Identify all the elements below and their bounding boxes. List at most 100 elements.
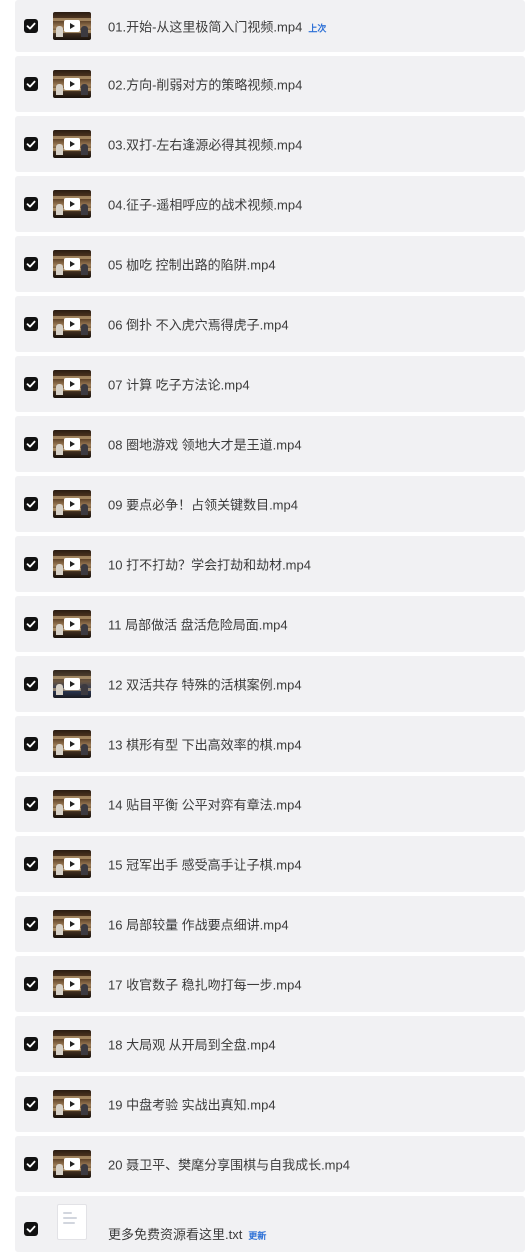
- file-row[interactable]: 04.征子-遥相呼应的战术视频.mp4: [15, 176, 525, 232]
- play-icon: [64, 198, 80, 210]
- file-row[interactable]: 08 圈地游戏 领地大才是王道.mp4: [15, 416, 525, 472]
- checkbox-checked[interactable]: [24, 557, 38, 571]
- file-name-label: 02.方向-削弱对方的策略视频.mp4: [108, 77, 303, 93]
- file-name[interactable]: 01.开始-从这里极简入门视频.mp4 上次: [108, 17, 326, 36]
- file-name-label: 05 枷吃 控制出路的陷阱.mp4: [108, 257, 276, 273]
- file-name[interactable]: 04.征子-遥相呼应的战术视频.mp4: [108, 195, 302, 214]
- checkbox-checked[interactable]: [24, 257, 38, 271]
- video-thumbnail[interactable]: [53, 910, 91, 938]
- file-name[interactable]: 10 打不打劫？学会打劫和劫材.mp4: [108, 555, 311, 574]
- file-name[interactable]: 12 双活共存 特殊的活棋案例.mp4: [108, 675, 302, 694]
- checkbox-checked[interactable]: [24, 19, 38, 33]
- file-name[interactable]: 18 大局观 从开局到全盘.mp4: [108, 1035, 276, 1054]
- checkbox-checked[interactable]: [24, 1037, 38, 1051]
- file-row[interactable]: 15 冠军出手 感受高手让子棋.mp4: [15, 836, 525, 892]
- video-thumbnail[interactable]: [53, 670, 91, 698]
- file-name[interactable]: 14 贴目平衡 公平对弈有章法.mp4: [108, 795, 302, 814]
- video-thumbnail[interactable]: [53, 250, 91, 278]
- video-thumbnail[interactable]: [53, 370, 91, 398]
- file-row[interactable]: 12 双活共存 特殊的活棋案例.mp4: [15, 656, 525, 712]
- file-row[interactable]: 10 打不打劫？学会打劫和劫材.mp4: [15, 536, 525, 592]
- checkbox-checked[interactable]: [24, 857, 38, 871]
- file-row[interactable]: 20 聂卫平、樊麾分享围棋与自我成长.mp4: [15, 1136, 525, 1192]
- checkbox-checked[interactable]: [24, 497, 38, 511]
- checkbox-checked[interactable]: [24, 1222, 38, 1236]
- video-thumbnail[interactable]: [53, 850, 91, 878]
- file-name[interactable]: 06 倒扑 不入虎穴焉得虎子.mp4: [108, 315, 289, 334]
- file-row[interactable]: 19 中盘考验 实战出真知.mp4: [15, 1076, 525, 1132]
- video-thumbnail[interactable]: [53, 1090, 91, 1118]
- file-row[interactable]: 16 局部较量 作战要点细讲.mp4: [15, 896, 525, 952]
- video-thumbnail[interactable]: [53, 490, 91, 518]
- checkbox-checked[interactable]: [24, 197, 38, 211]
- checkbox-checked[interactable]: [24, 137, 38, 151]
- video-thumbnail[interactable]: [53, 970, 91, 998]
- file-name-label: 13 棋形有型 下出高效率的棋.mp4: [108, 737, 302, 753]
- checkbox-checked[interactable]: [24, 977, 38, 991]
- play-icon: [64, 1098, 80, 1110]
- file-row[interactable]: 05 枷吃 控制出路的陷阱.mp4: [15, 236, 525, 292]
- file-name[interactable]: 13 棋形有型 下出高效率的棋.mp4: [108, 735, 302, 754]
- file-row[interactable]: 02.方向-削弱对方的策略视频.mp4: [15, 56, 525, 112]
- file-row[interactable]: 11 局部做活 盘活危险局面.mp4: [15, 596, 525, 652]
- file-name[interactable]: 03.双打-左右逢源必得其视频.mp4: [108, 135, 302, 154]
- checkbox-checked[interactable]: [24, 737, 38, 751]
- file-row[interactable]: 18 大局观 从开局到全盘.mp4: [15, 1016, 525, 1072]
- file-name-label: 03.双打-左右逢源必得其视频.mp4: [108, 137, 303, 153]
- video-thumbnail[interactable]: [53, 430, 91, 458]
- video-thumbnail[interactable]: [53, 12, 91, 40]
- check-icon: [26, 1100, 36, 1108]
- file-name[interactable]: 17 收官数子 稳扎吻打每一步.mp4: [108, 975, 302, 994]
- check-icon: [26, 920, 36, 928]
- file-row[interactable]: 更多免费资源看这里.txt 更新: [15, 1196, 525, 1252]
- check-icon: [26, 740, 36, 748]
- file-name-label: 09 要点必争！占领关键数目.mp4: [108, 497, 298, 513]
- file-row[interactable]: 01.开始-从这里极简入门视频.mp4 上次: [15, 0, 525, 52]
- checkbox-checked[interactable]: [24, 377, 38, 391]
- file-name[interactable]: 更多免费资源看这里.txt 更新: [108, 1224, 266, 1243]
- play-icon: [64, 498, 80, 510]
- video-thumbnail[interactable]: [53, 550, 91, 578]
- play-icon: [64, 618, 80, 630]
- file-list: 01.开始-从这里极简入门视频.mp4 上次 02.方向-削弱对方的策略视频.mp4…: [15, 0, 525, 1256]
- video-thumbnail[interactable]: [53, 1030, 91, 1058]
- file-name[interactable]: 11 局部做活 盘活危险局面.mp4: [108, 615, 288, 634]
- file-row[interactable]: 06 倒扑 不入虎穴焉得虎子.mp4: [15, 296, 525, 352]
- checkbox-checked[interactable]: [24, 437, 38, 451]
- video-thumbnail[interactable]: [53, 730, 91, 758]
- file-name[interactable]: 07 计算 吃子方法论.mp4: [108, 375, 250, 394]
- file-row[interactable]: 03.双打-左右逢源必得其视频.mp4: [15, 116, 525, 172]
- video-thumbnail[interactable]: [53, 70, 91, 98]
- video-thumbnail[interactable]: [53, 790, 91, 818]
- file-name[interactable]: 15 冠军出手 感受高手让子棋.mp4: [108, 855, 302, 874]
- file-row[interactable]: 13 棋形有型 下出高效率的棋.mp4: [15, 716, 525, 772]
- video-thumbnail[interactable]: [53, 190, 91, 218]
- file-name[interactable]: 19 中盘考验 实战出真知.mp4: [108, 1095, 276, 1114]
- play-icon: [64, 1158, 80, 1170]
- checkbox-checked[interactable]: [24, 77, 38, 91]
- file-name[interactable]: 02.方向-削弱对方的策略视频.mp4: [108, 75, 302, 94]
- check-icon: [26, 22, 36, 30]
- file-name[interactable]: 16 局部较量 作战要点细讲.mp4: [108, 915, 289, 934]
- file-row[interactable]: 17 收官数子 稳扎吻打每一步.mp4: [15, 956, 525, 1012]
- checkbox-checked[interactable]: [24, 797, 38, 811]
- play-icon: [64, 918, 80, 930]
- video-thumbnail[interactable]: [53, 130, 91, 158]
- file-name[interactable]: 05 枷吃 控制出路的陷阱.mp4: [108, 255, 276, 274]
- checkbox-checked[interactable]: [24, 917, 38, 931]
- file-row[interactable]: 14 贴目平衡 公平对弈有章法.mp4: [15, 776, 525, 832]
- video-thumbnail[interactable]: [53, 610, 91, 638]
- file-badge: 上次: [308, 23, 327, 34]
- checkbox-checked[interactable]: [24, 1097, 38, 1111]
- checkbox-checked[interactable]: [24, 1157, 38, 1171]
- checkbox-checked[interactable]: [24, 317, 38, 331]
- checkbox-checked[interactable]: [24, 617, 38, 631]
- file-row[interactable]: 09 要点必争！占领关键数目.mp4: [15, 476, 525, 532]
- file-name[interactable]: 20 聂卫平、樊麾分享围棋与自我成长.mp4: [108, 1155, 350, 1174]
- file-name[interactable]: 09 要点必争！占领关键数目.mp4: [108, 495, 298, 514]
- video-thumbnail[interactable]: [53, 1150, 91, 1178]
- checkbox-checked[interactable]: [24, 677, 38, 691]
- video-thumbnail[interactable]: [53, 310, 91, 338]
- file-row[interactable]: 07 计算 吃子方法论.mp4: [15, 356, 525, 412]
- file-name[interactable]: 08 圈地游戏 领地大才是王道.mp4: [108, 435, 302, 454]
